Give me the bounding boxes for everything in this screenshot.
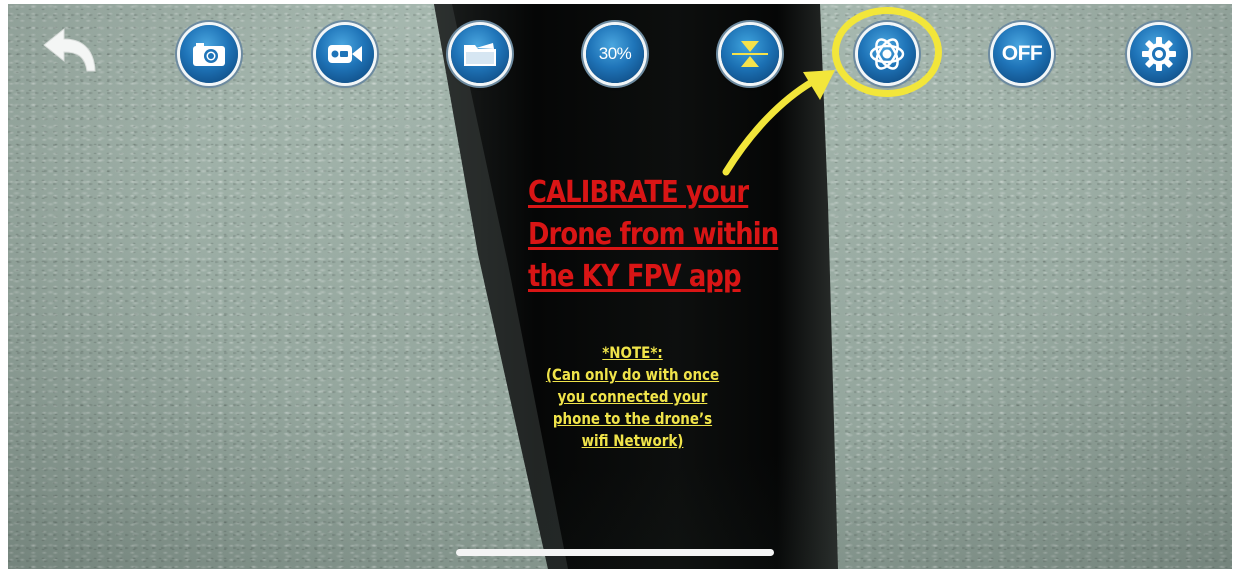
folder-icon [464,43,496,66]
photo-button[interactable] [180,25,238,83]
power-toggle-label: OFF [1001,42,1043,65]
trim-button[interactable] [721,25,779,83]
video-camera-icon [328,45,362,63]
trim-adjust-icon [732,41,768,67]
battery-percentage-button[interactable]: 30% [586,25,644,83]
back-arrow-icon [43,27,96,72]
gear-icon [1142,37,1176,71]
video-button[interactable] [316,25,374,83]
calibrate-instruction-headline: CALIBRATE your Drone from within the KY … [528,172,828,298]
back-button[interactable] [40,27,102,77]
note-line: wifi Network) [581,431,684,450]
headline-line: the KY FPV app [528,259,741,294]
calibrate-highlight-circle [832,7,942,97]
gallery-button[interactable] [451,25,509,83]
headline-line: Drone from within [528,217,779,252]
headline-line: CALIBRATE your [528,175,749,210]
note-line: *NOTE*: [602,343,663,362]
settings-button[interactable] [1130,25,1188,83]
note-line: (Can only do with once [545,365,720,384]
battery-percentage-label: 30% [598,44,632,63]
note-line: you connected your [557,387,708,406]
home-indicator[interactable] [456,549,774,556]
camera-icon [193,43,225,66]
power-toggle-button[interactable]: OFF [993,25,1051,83]
note-line: phone to the drone’s [552,409,713,428]
wifi-note: *NOTE*: (Can only do with once you conne… [520,342,745,452]
